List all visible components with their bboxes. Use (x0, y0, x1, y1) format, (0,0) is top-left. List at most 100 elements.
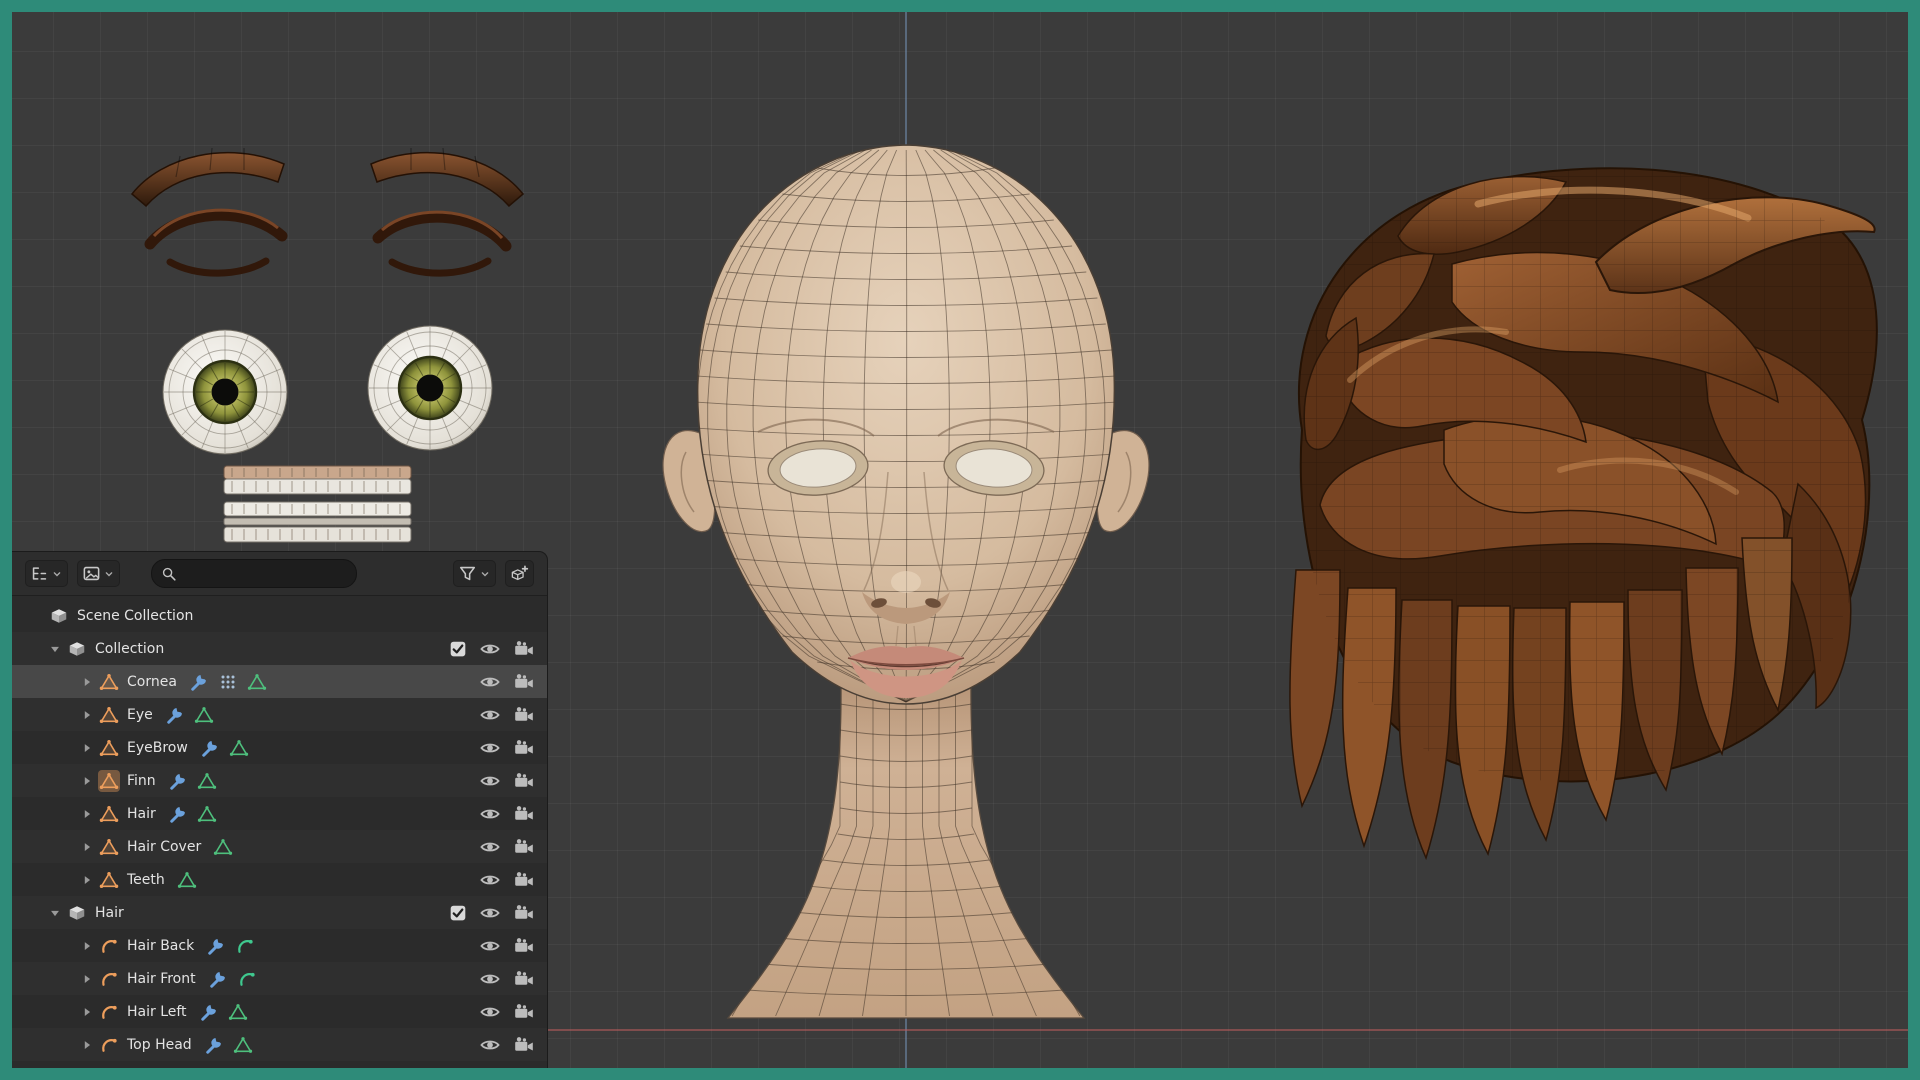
badge-icons (168, 771, 217, 791)
outliner-row[interactable]: Collection (12, 632, 547, 665)
row-right-icons (449, 638, 535, 660)
disable-in-renders-camera-icon[interactable] (513, 836, 535, 858)
disclosure-arrow-icon[interactable] (78, 740, 96, 756)
mesh-data-icon[interactable] (197, 804, 217, 824)
outliner-row[interactable]: Scene Collection (12, 599, 547, 632)
hide-in-viewport-eye-icon[interactable] (479, 1034, 501, 1056)
hide-in-viewport-eye-icon[interactable] (479, 638, 501, 660)
outliner-row[interactable]: Hair (12, 797, 547, 830)
wrench-icon[interactable] (200, 738, 220, 758)
wrench-icon[interactable] (206, 936, 226, 956)
disable-in-renders-camera-icon[interactable] (513, 869, 535, 891)
curve-icon (98, 935, 120, 957)
mesh-icon (98, 704, 120, 726)
outliner-row[interactable]: Hair Front (12, 962, 547, 995)
disclosure-arrow-icon[interactable] (78, 872, 96, 888)
hide-in-viewport-eye-icon[interactable] (479, 968, 501, 990)
mesh-data-icon[interactable] (233, 1035, 253, 1055)
hide-in-viewport-eye-icon[interactable] (479, 935, 501, 957)
mesh-data-icon[interactable] (194, 705, 214, 725)
mesh-data-icon[interactable] (213, 837, 233, 857)
outliner-search[interactable] (151, 559, 357, 588)
mesh-data-icon[interactable] (229, 738, 249, 758)
mesh-data-icon[interactable] (177, 870, 197, 890)
row-right-icons (449, 836, 535, 858)
particles-icon[interactable] (218, 672, 238, 692)
outliner-header (12, 552, 547, 596)
teeth-meshes (223, 465, 412, 543)
wrench-icon[interactable] (204, 1035, 224, 1055)
disclosure-arrow-icon[interactable] (46, 641, 64, 657)
row-right-icons (449, 605, 535, 627)
outliner-row[interactable]: Top Head (12, 1028, 547, 1061)
hide-in-viewport-eye-icon[interactable] (479, 704, 501, 726)
outliner-item-label: Teeth (127, 871, 165, 888)
disable-in-renders-camera-icon[interactable] (513, 1001, 535, 1023)
search-input[interactable] (183, 565, 347, 582)
wrench-icon[interactable] (168, 804, 188, 824)
editor-type-button[interactable] (25, 560, 68, 587)
filter-button[interactable] (453, 560, 496, 587)
wrench-icon[interactable] (189, 672, 209, 692)
disable-in-renders-camera-icon[interactable] (513, 671, 535, 693)
row-right-icons (449, 968, 535, 990)
mesh-data-icon[interactable] (247, 672, 267, 692)
wrench-icon[interactable] (168, 771, 188, 791)
filter-icon (458, 564, 477, 583)
collection-checkbox[interactable] (449, 904, 467, 922)
wrench-icon[interactable] (208, 969, 228, 989)
outliner-row[interactable]: Finn (12, 764, 547, 797)
disclosure-arrow-icon[interactable] (78, 773, 96, 789)
disclosure-arrow-icon[interactable] (78, 938, 96, 954)
hide-in-viewport-eye-icon[interactable] (479, 770, 501, 792)
hide-in-viewport-eye-icon[interactable] (479, 803, 501, 825)
new-collection-button[interactable] (505, 560, 534, 587)
hide-in-viewport-eye-icon[interactable] (479, 836, 501, 858)
hide-in-viewport-eye-icon[interactable] (479, 737, 501, 759)
hide-in-viewport-eye-icon[interactable] (479, 902, 501, 924)
mesh-data-icon[interactable] (197, 771, 217, 791)
outliner-row[interactable]: Eye (12, 698, 547, 731)
disclosure-arrow-icon[interactable] (78, 806, 96, 822)
badge-icons (213, 837, 233, 857)
disable-in-renders-camera-icon[interactable] (513, 704, 535, 726)
mesh-data-icon[interactable] (228, 1002, 248, 1022)
outliner-tree: Scene Collection Collection Cornea Eye E… (12, 596, 547, 1068)
outliner-row[interactable]: Cornea (12, 665, 547, 698)
curve-data-icon[interactable] (237, 969, 257, 989)
outliner-row[interactable]: Hair Left (12, 995, 547, 1028)
badge-icons (204, 1035, 253, 1055)
disclosure-arrow-icon[interactable] (78, 707, 96, 723)
disclosure-arrow-icon[interactable] (78, 971, 96, 987)
viewport-3d[interactable]: Scene Collection Collection Cornea Eye E… (12, 12, 1908, 1068)
disclosure-arrow-icon[interactable] (78, 1004, 96, 1020)
curve-data-icon[interactable] (235, 936, 255, 956)
disable-in-renders-camera-icon[interactable] (513, 638, 535, 660)
outliner-row[interactable]: Hair Back (12, 929, 547, 962)
outliner-row[interactable]: Hair Cover (12, 830, 547, 863)
disable-in-renders-camera-icon[interactable] (513, 737, 535, 759)
collection-checkbox[interactable] (449, 640, 467, 658)
hide-in-viewport-eye-icon[interactable] (479, 869, 501, 891)
hide-in-viewport-eye-icon[interactable] (479, 1001, 501, 1023)
wrench-icon[interactable] (165, 705, 185, 725)
outliner-row[interactable]: Teeth (12, 863, 547, 896)
disable-in-renders-camera-icon[interactable] (513, 935, 535, 957)
disable-in-renders-camera-icon[interactable] (513, 902, 535, 924)
disable-in-renders-camera-icon[interactable] (513, 1034, 535, 1056)
disclosure-arrow-icon[interactable] (78, 839, 96, 855)
hair-mesh (1289, 167, 1878, 861)
outliner-item-label: Top Head (127, 1036, 192, 1053)
hide-in-viewport-eye-icon[interactable] (479, 671, 501, 693)
disclosure-arrow-icon[interactable] (46, 905, 64, 921)
display-mode-button[interactable] (77, 560, 120, 587)
outliner-item-label: Hair Back (127, 937, 195, 954)
disable-in-renders-camera-icon[interactable] (513, 803, 535, 825)
disable-in-renders-camera-icon[interactable] (513, 968, 535, 990)
outliner-row[interactable]: EyeBrow (12, 731, 547, 764)
outliner-row[interactable]: Hair (12, 896, 547, 929)
disclosure-arrow-icon[interactable] (78, 1037, 96, 1053)
disable-in-renders-camera-icon[interactable] (513, 770, 535, 792)
wrench-icon[interactable] (199, 1002, 219, 1022)
disclosure-arrow-icon[interactable] (78, 674, 96, 690)
